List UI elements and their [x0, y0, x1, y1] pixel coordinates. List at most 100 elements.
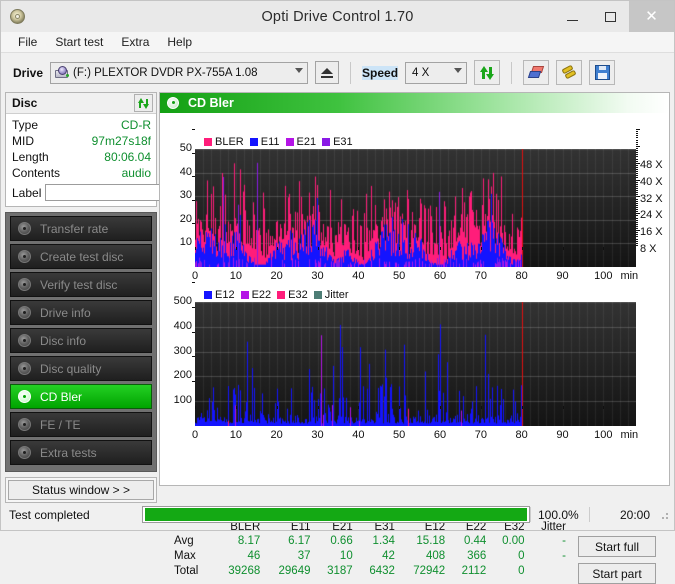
axis-tick-mark: [636, 215, 638, 216]
save-button[interactable]: [589, 60, 615, 85]
legend-label: BLER: [215, 136, 244, 148]
speed-select[interactable]: 4 X: [405, 62, 467, 84]
axis-tick-mark: [636, 182, 638, 183]
eject-icon: [321, 68, 333, 74]
axis-tick-mark: [522, 247, 523, 250]
progress-percent: 100.0%: [531, 508, 589, 522]
sidebar-item-drive-info[interactable]: Drive info: [10, 300, 152, 325]
start-part-button[interactable]: Start part: [578, 563, 656, 584]
sidebar-item-cd-bler[interactable]: CD Bler: [10, 384, 152, 409]
y-tick-label: 100: [160, 394, 192, 406]
legend-swatch: [314, 291, 322, 299]
disc-row-contents: Contents audio: [12, 165, 151, 181]
progress-bar-fill: [145, 508, 527, 521]
x-tick-label: 70: [468, 270, 494, 282]
sidebar-item-transfer-rate[interactable]: Transfer rate: [10, 216, 152, 241]
axis-tick-mark: [636, 192, 638, 193]
axis-tick-mark: [636, 201, 638, 202]
elapsed-time: 20:00: [590, 508, 650, 522]
sidebar-item-create-test-disc[interactable]: Create test disc: [10, 244, 152, 269]
axis-tick-mark: [636, 163, 640, 164]
disc-row-value: CD-R: [121, 117, 151, 133]
disc-row-key: Type: [12, 117, 38, 133]
sidebar-item-extra-tests[interactable]: Extra tests: [10, 440, 152, 465]
legend-label: E22: [252, 289, 272, 301]
y-tick-label: 20: [166, 213, 192, 225]
axis-tick-mark: [192, 282, 195, 283]
axis-tick-mark: [358, 406, 359, 409]
x-tick-label: 40: [345, 270, 371, 282]
x-tick-label: 80: [509, 270, 535, 282]
sidebar-item-disc-info[interactable]: Disc info: [10, 328, 152, 353]
y-tick-label: 30: [166, 189, 192, 201]
menu-item-extra[interactable]: Extra: [112, 33, 158, 51]
app-icon: [9, 8, 27, 26]
axis-tick-mark: [192, 381, 195, 382]
sidebar-item-label: Transfer rate: [40, 222, 108, 236]
drive-select[interactable]: (F:) PLEXTOR DVDR PX-755A 1.08: [50, 62, 308, 84]
disc-icon: [18, 334, 33, 348]
maximize-button[interactable]: [591, 1, 629, 32]
axis-tick-mark: [636, 180, 640, 181]
refresh-button[interactable]: [474, 60, 500, 85]
disc-row-key: Contents: [12, 165, 60, 181]
axis-tick-mark: [636, 245, 638, 246]
sidebar-item-verify-test-disc[interactable]: Verify test disc: [10, 272, 152, 297]
axis-tick-mark: [636, 177, 638, 178]
refresh-icon: [137, 97, 150, 110]
stat-cell: 42: [357, 549, 399, 564]
axis-tick-mark: [636, 148, 638, 149]
eject-button[interactable]: [315, 61, 339, 84]
axis-tick-mark: [636, 224, 638, 225]
y-tick-label: 400: [160, 320, 192, 332]
stat-cell: 8.17: [214, 534, 264, 549]
axis-tick-mark: [318, 247, 319, 250]
x-tick-label: 90: [550, 429, 576, 441]
disc-refresh-button[interactable]: [134, 94, 153, 112]
speed-tick-label: 32 X: [640, 193, 663, 205]
stat-cell: 37: [264, 549, 314, 564]
sidebar-item-label: FE / TE: [40, 418, 80, 432]
stat-cell: 0.44: [449, 534, 490, 549]
axis-tick-mark: [636, 236, 638, 237]
start-full-button[interactable]: Start full: [578, 536, 656, 557]
close-button[interactable]: ✕: [629, 1, 674, 32]
x-tick-label: 70: [468, 429, 494, 441]
tools-button[interactable]: [556, 60, 582, 85]
disc-icon: [18, 278, 33, 292]
erase-button[interactable]: [523, 60, 549, 85]
refresh-icon: [479, 65, 495, 81]
left-panel: Disc Type CD-R: [5, 92, 157, 503]
axis-tick-mark: [481, 247, 482, 250]
axis-tick-mark: [636, 209, 638, 210]
y-tick-label: 50: [166, 142, 192, 154]
menu-item-file[interactable]: File: [9, 33, 46, 51]
speed-tick-label: 16 X: [640, 226, 663, 238]
axis-tick-mark: [192, 307, 195, 308]
sidebar-item-fe-te[interactable]: FE / TE: [10, 412, 152, 437]
resize-grip-icon[interactable]: [656, 509, 670, 521]
axis-tick-mark: [636, 190, 638, 191]
axis-tick-mark: [358, 247, 359, 250]
stat-cell: 6432: [357, 564, 399, 579]
status-window-button[interactable]: Status window > >: [8, 480, 154, 500]
speed-tick-label: 8 X: [640, 243, 657, 255]
axis-tick-mark: [636, 234, 638, 235]
panel-header: CD Bler: [160, 93, 669, 113]
x-tick-label: 0: [182, 429, 208, 441]
progress-bar: [142, 506, 530, 523]
sidebar-item-disc-quality[interactable]: Disc quality: [10, 356, 152, 381]
axis-tick-mark: [636, 150, 638, 151]
axis-tick-mark: [636, 222, 638, 223]
legend-label: E12: [215, 289, 235, 301]
legend-label: E31: [333, 136, 353, 148]
chevron-down-icon: [295, 68, 303, 73]
menu-item-start-test[interactable]: Start test: [46, 33, 112, 51]
axis-tick-mark: [636, 196, 640, 197]
x-tick-label: 80: [509, 429, 535, 441]
axis-tick-mark: [636, 228, 638, 229]
disc-row-mid: MID 97m27s18f: [12, 133, 151, 149]
axis-tick-mark: [636, 220, 638, 221]
minimize-button[interactable]: [553, 1, 591, 32]
menu-item-help[interactable]: Help: [158, 33, 201, 51]
